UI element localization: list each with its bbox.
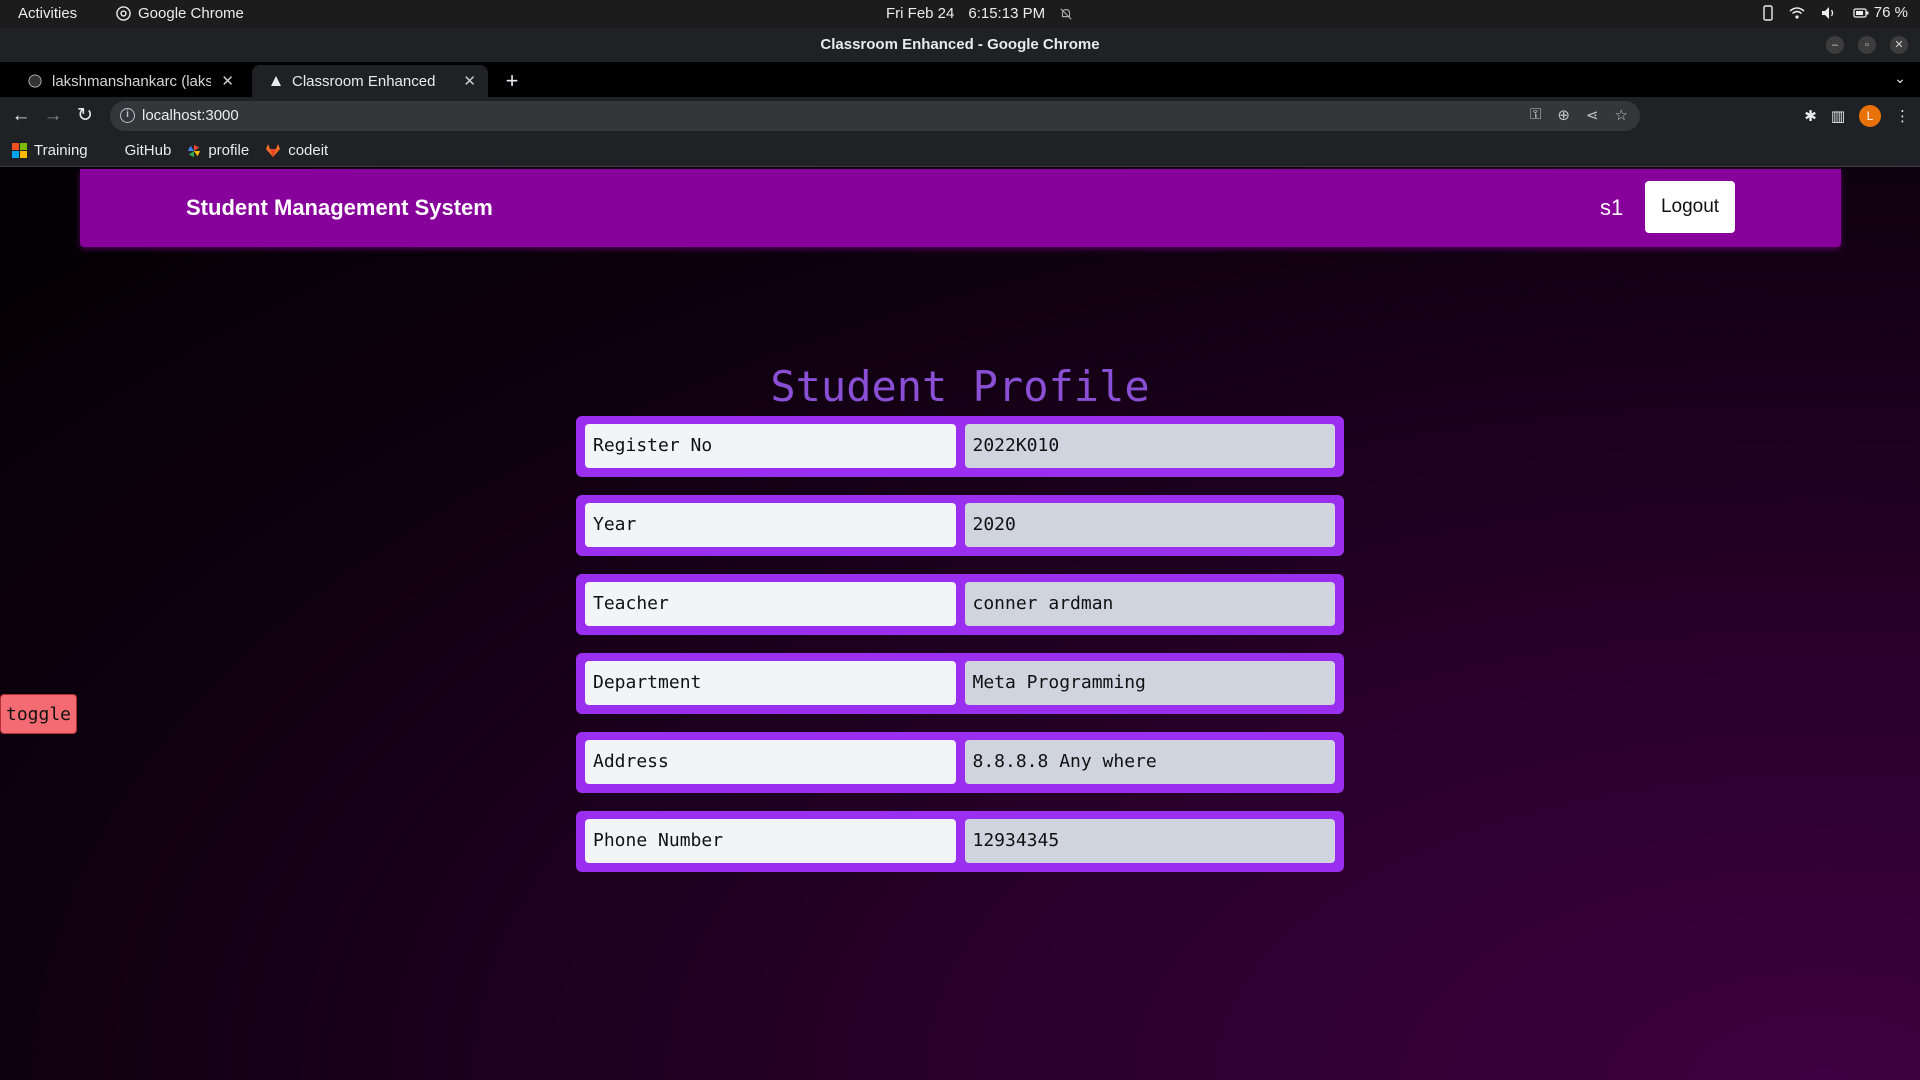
side-panel-icon[interactable]: ▥ xyxy=(1831,107,1845,125)
chrome-menu-icon[interactable]: ⋮ xyxy=(1895,107,1910,125)
microsoft-icon xyxy=(12,143,27,158)
window-controls: – ▫ ✕ xyxy=(1826,36,1908,54)
field-value: 12934345 xyxy=(964,819,1335,863)
pinwheel-icon xyxy=(188,144,201,157)
system-tray[interactable]: 76 % xyxy=(1763,4,1908,21)
bookmark-label: profile xyxy=(208,142,250,159)
battery-percent: 76 % xyxy=(1873,4,1908,21)
field-value: 2022K010 xyxy=(964,424,1335,468)
volume-icon xyxy=(1821,6,1837,20)
username: s1 xyxy=(1600,195,1624,220)
close-tab-icon[interactable]: ✕ xyxy=(463,72,476,90)
field-label: Year xyxy=(585,503,956,547)
back-arrow-icon[interactable]: ← xyxy=(8,103,34,129)
forward-arrow-icon[interactable]: → xyxy=(40,103,66,129)
field-label: Address xyxy=(585,740,956,784)
vercel-triangle-icon xyxy=(271,76,281,86)
field-value: conner ardman xyxy=(964,582,1335,626)
profile-row-phone-number: Phone Number 12934345 xyxy=(576,811,1344,872)
field-value: 2020 xyxy=(964,503,1335,547)
battery-icon xyxy=(1853,7,1869,18)
maximize-icon[interactable]: ▫ xyxy=(1858,36,1876,54)
tab-github[interactable]: lakshmanshankarc (laksh ✕ xyxy=(10,65,246,97)
extensions-puzzle-icon[interactable]: ✱ xyxy=(1804,107,1817,125)
profile-row-year: Year 2020 xyxy=(576,495,1344,556)
bookmark-label: GitHub xyxy=(124,142,172,159)
close-window-icon[interactable]: ✕ xyxy=(1890,36,1908,54)
time: 6:15:13 PM xyxy=(968,5,1046,22)
app-navbar: Student Management System s1 Logout xyxy=(80,169,1841,247)
bookmarks-bar: Training GitHub profile codeit xyxy=(0,135,1920,167)
minimize-icon[interactable]: – xyxy=(1826,36,1844,54)
field-value: 8.8.8.8 Any where xyxy=(964,740,1335,784)
bookmark-star-icon[interactable]: ☆ xyxy=(1615,106,1628,124)
key-icon[interactable]: ⚿ xyxy=(1530,106,1541,124)
wifi-icon xyxy=(1789,6,1805,20)
activities-button[interactable]: Activities xyxy=(18,5,77,22)
omnibox-actions: ⚿ ⊕ ⋖ ☆ xyxy=(1530,106,1628,124)
tab-title: lakshmanshankarc (laksh xyxy=(52,72,212,90)
chrome-icon xyxy=(116,6,131,21)
bookmark-training[interactable]: Training xyxy=(12,142,88,159)
clock[interactable]: Fri Feb 24 6:15:13 PM xyxy=(886,5,1073,22)
bookmark-label: codeit xyxy=(288,142,329,159)
field-label: Phone Number xyxy=(585,819,956,863)
profile-fields: Register No 2022K010 Year 2020 Teacher c… xyxy=(576,416,1344,890)
reload-icon[interactable]: ↻ xyxy=(72,103,98,129)
tab-classroom-enhanced[interactable]: Classroom Enhanced ✕ xyxy=(252,65,488,97)
app-brand[interactable]: Student Management System xyxy=(186,195,493,221)
field-label: Teacher xyxy=(585,582,956,626)
tab-strip: lakshmanshankarc (laksh ✕ Classroom Enha… xyxy=(0,62,1920,97)
tab-search-chevron-icon[interactable]: ⌄ xyxy=(1894,70,1906,87)
logout-button[interactable]: Logout xyxy=(1645,181,1735,233)
phone-icon xyxy=(1763,4,1773,21)
profile-avatar[interactable]: L xyxy=(1859,105,1881,127)
app-name: Google Chrome xyxy=(138,5,244,22)
zoom-icon[interactable]: ⊕ xyxy=(1557,106,1570,124)
window-title: Classroom Enhanced - Google Chrome xyxy=(820,36,1100,53)
site-info-icon[interactable]: i xyxy=(120,108,135,123)
window-title-bar: Classroom Enhanced - Google Chrome – ▫ ✕ xyxy=(0,28,1920,62)
toolbar-right: ✱ ▥ L ⋮ xyxy=(1804,105,1910,127)
profile-row-address: Address 8.8.8.8 Any where xyxy=(576,732,1344,793)
address-bar[interactable]: i localhost:3000 ⚿ ⊕ ⋖ ☆ xyxy=(110,101,1640,131)
date: Fri Feb 24 xyxy=(886,5,955,22)
bookmark-github[interactable]: GitHub xyxy=(104,142,172,159)
close-tab-icon[interactable]: ✕ xyxy=(221,72,234,90)
field-label: Department xyxy=(585,661,956,705)
url-text[interactable]: localhost:3000 xyxy=(142,107,239,124)
app-menu[interactable]: Google Chrome xyxy=(116,5,244,22)
battery-status: 76 % xyxy=(1853,4,1908,21)
share-icon[interactable]: ⋖ xyxy=(1586,106,1599,124)
field-value: Meta Programming xyxy=(964,661,1335,705)
field-label: Register No xyxy=(585,424,956,468)
new-tab-button[interactable]: + xyxy=(498,67,526,95)
gitlab-icon xyxy=(266,144,281,157)
bookmark-profile[interactable]: profile xyxy=(187,142,249,159)
profile-row-teacher: Teacher conner ardman xyxy=(576,574,1344,635)
toggle-button[interactable]: toggle xyxy=(0,694,77,734)
browser-toolbar: ← → ↻ i localhost:3000 ⚿ ⊕ ⋖ ☆ ✱ ▥ L ⋮ xyxy=(0,97,1920,135)
github-icon xyxy=(28,74,42,88)
tab-title: Classroom Enhanced xyxy=(292,72,436,90)
notifications-off-icon xyxy=(1060,7,1072,20)
system-top-bar: Activities Google Chrome Fri Feb 24 6:15… xyxy=(0,0,1920,28)
bookmark-codeit[interactable]: codeit xyxy=(265,142,328,159)
github-icon xyxy=(104,144,117,157)
page-content: Student Management System s1 Logout Stud… xyxy=(0,167,1920,1080)
profile-row-department: Department Meta Programming xyxy=(576,653,1344,714)
page-title: Student Profile xyxy=(770,362,1150,411)
bookmark-label: Training xyxy=(34,142,88,159)
profile-row-register-no: Register No 2022K010 xyxy=(576,416,1344,477)
